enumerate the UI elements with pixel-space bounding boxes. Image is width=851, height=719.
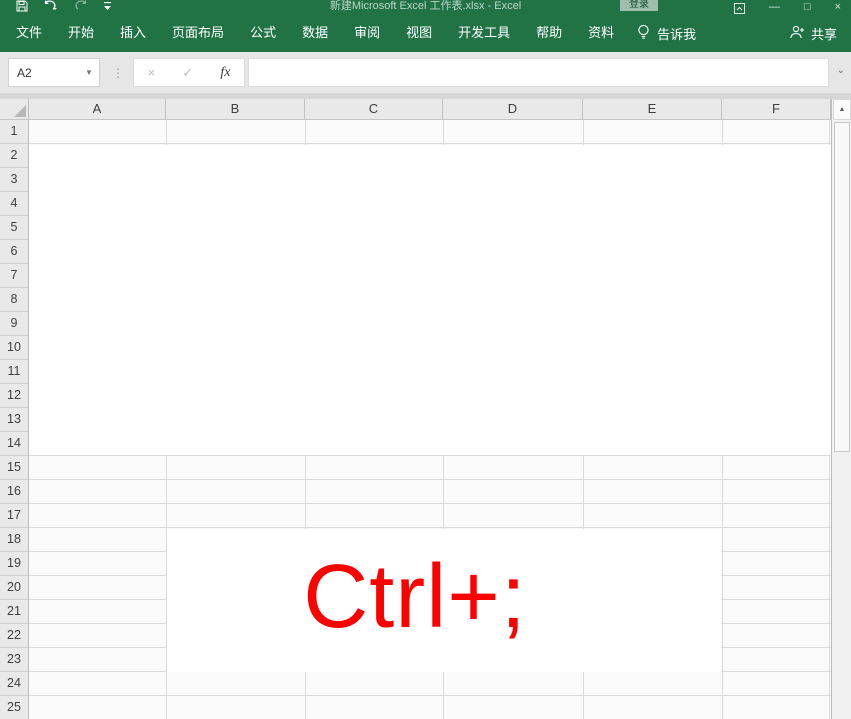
row-header-8[interactable]: 8 bbox=[0, 288, 28, 312]
row-header-7[interactable]: 7 bbox=[0, 264, 28, 288]
shortcut-annotation: Ctrl+; bbox=[303, 547, 527, 647]
share-label: 共享 bbox=[810, 26, 837, 42]
ribbon-tab-6[interactable]: 审阅 bbox=[341, 14, 393, 52]
ribbon-tab-10[interactable]: 资料 bbox=[575, 14, 627, 52]
row-header-6[interactable]: 6 bbox=[0, 240, 28, 264]
column-headers: ABCDEF bbox=[29, 99, 831, 120]
row-header-14[interactable]: 14 bbox=[0, 432, 28, 456]
ribbon-tab-5[interactable]: 数据 bbox=[289, 14, 341, 52]
ribbon-tab-7[interactable]: 视图 bbox=[393, 14, 445, 52]
ribbon-tab-3[interactable]: 页面布局 bbox=[159, 14, 237, 52]
lightbulb-icon bbox=[637, 24, 650, 43]
column-header-A[interactable]: A bbox=[29, 99, 166, 119]
tell-me-control[interactable]: 告诉我 bbox=[637, 24, 696, 43]
row-header-18[interactable]: 18 bbox=[0, 528, 28, 552]
row-header-15[interactable]: 15 bbox=[0, 456, 28, 480]
insert-function-icon[interactable]: fx bbox=[220, 65, 230, 81]
row-header-2[interactable]: 2 bbox=[0, 144, 28, 168]
white-frame-overlay-top bbox=[29, 145, 831, 455]
ribbon-tab-1[interactable]: 开始 bbox=[55, 14, 107, 52]
ribbon-tabs: 文件 开始 插入 页面布局 公式 数据 审阅 视图 开发工具 帮助 资料 bbox=[0, 14, 627, 52]
select-all-button[interactable] bbox=[0, 99, 29, 120]
row-header-13[interactable]: 13 bbox=[0, 408, 28, 432]
minimize-button[interactable]: — bbox=[769, 0, 780, 14]
column-header-D[interactable]: D bbox=[443, 99, 583, 119]
ribbon-tab-4[interactable]: 公式 bbox=[237, 14, 289, 52]
ribbon-tab-0[interactable]: 文件 bbox=[3, 14, 55, 52]
column-header-B[interactable]: B bbox=[166, 99, 305, 119]
row-header-17[interactable]: 17 bbox=[0, 504, 28, 528]
row-header-11[interactable]: 11 bbox=[0, 360, 28, 384]
ribbon-tab-8[interactable]: 开发工具 bbox=[445, 14, 523, 52]
formula-bar-resizer[interactable]: ⋮ bbox=[112, 58, 124, 87]
cancel-icon[interactable]: × bbox=[148, 65, 156, 80]
name-box-dropdown-icon[interactable]: ▼ bbox=[79, 68, 99, 77]
row-header-25[interactable]: 25 bbox=[0, 696, 28, 719]
row-header-10[interactable]: 10 bbox=[0, 336, 28, 360]
row-header-19[interactable]: 19 bbox=[0, 552, 28, 576]
column-header-E[interactable]: E bbox=[583, 99, 722, 119]
scroll-up-icon[interactable]: ▲ bbox=[833, 99, 851, 120]
ribbon-display-options-icon[interactable] bbox=[733, 1, 745, 14]
row-header-21[interactable]: 21 bbox=[0, 600, 28, 624]
row-header-23[interactable]: 23 bbox=[0, 648, 28, 672]
formula-input[interactable] bbox=[248, 58, 829, 87]
enter-icon[interactable]: ✓ bbox=[182, 65, 193, 81]
column-header-C[interactable]: C bbox=[305, 99, 443, 119]
row-header-22[interactable]: 22 bbox=[0, 624, 28, 648]
row-header-5[interactable]: 5 bbox=[0, 216, 28, 240]
formula-bar: A2 ▼ ⋮ × ✓ fx ⌄ bbox=[0, 52, 851, 93]
vertical-scrollbar-thumb[interactable] bbox=[834, 122, 850, 452]
name-box[interactable]: A2 ▼ bbox=[8, 58, 100, 87]
row-header-1[interactable]: 1 bbox=[0, 120, 28, 144]
row-header-3[interactable]: 3 bbox=[0, 168, 28, 192]
column-header-F[interactable]: F bbox=[722, 99, 831, 119]
row-headers: 1 2 3 4 5 6 7 8 9 10 11 12 13 14 15 16 17 18 19 20 21 22 23 24 2… bbox=[0, 120, 29, 719]
row-header-24[interactable]: 24 bbox=[0, 672, 28, 696]
tell-me-label: 告诉我 bbox=[657, 26, 697, 42]
formula-bar-buttons: × ✓ fx bbox=[133, 58, 245, 87]
ribbon-tab-2[interactable]: 插入 bbox=[107, 14, 159, 52]
window-title: 新建Microsoft Excel 工作表.xlsx - Excel bbox=[329, 0, 522, 12]
select-all-triangle-icon bbox=[14, 105, 26, 117]
row-header-9[interactable]: 9 bbox=[0, 312, 28, 336]
person-add-icon bbox=[789, 25, 805, 42]
title-bar: 新建Microsoft Excel 工作表.xlsx - Excel 登录 — … bbox=[0, 0, 851, 14]
ribbon-tab-bar: 文件 开始 插入 页面布局 公式 数据 审阅 视图 开发工具 帮助 资料 告诉我 共享 bbox=[0, 14, 851, 52]
name-box-value: A2 bbox=[17, 65, 32, 80]
excel-window: 新建Microsoft Excel 工作表.xlsx - Excel 登录 — … bbox=[0, 0, 851, 719]
vertical-scrollbar[interactable]: ▲ bbox=[831, 99, 851, 719]
row-header-12[interactable]: 12 bbox=[0, 384, 28, 408]
close-button[interactable]: × bbox=[835, 0, 841, 14]
row-header-4[interactable]: 4 bbox=[0, 192, 28, 216]
row-header-20[interactable]: 20 bbox=[0, 576, 28, 600]
window-controls: — □ × bbox=[733, 0, 841, 14]
white-frame-overlay-bottom: Ctrl+; bbox=[167, 529, 721, 672]
maximize-button[interactable]: □ bbox=[804, 0, 811, 14]
row-header-16[interactable]: 16 bbox=[0, 480, 28, 504]
ribbon-tab-9[interactable]: 帮助 bbox=[523, 14, 575, 52]
expand-formula-bar-icon[interactable]: ⌄ bbox=[837, 65, 845, 76]
share-control[interactable]: 共享 bbox=[789, 14, 837, 52]
sign-in-button[interactable]: 登录 bbox=[620, 0, 658, 11]
